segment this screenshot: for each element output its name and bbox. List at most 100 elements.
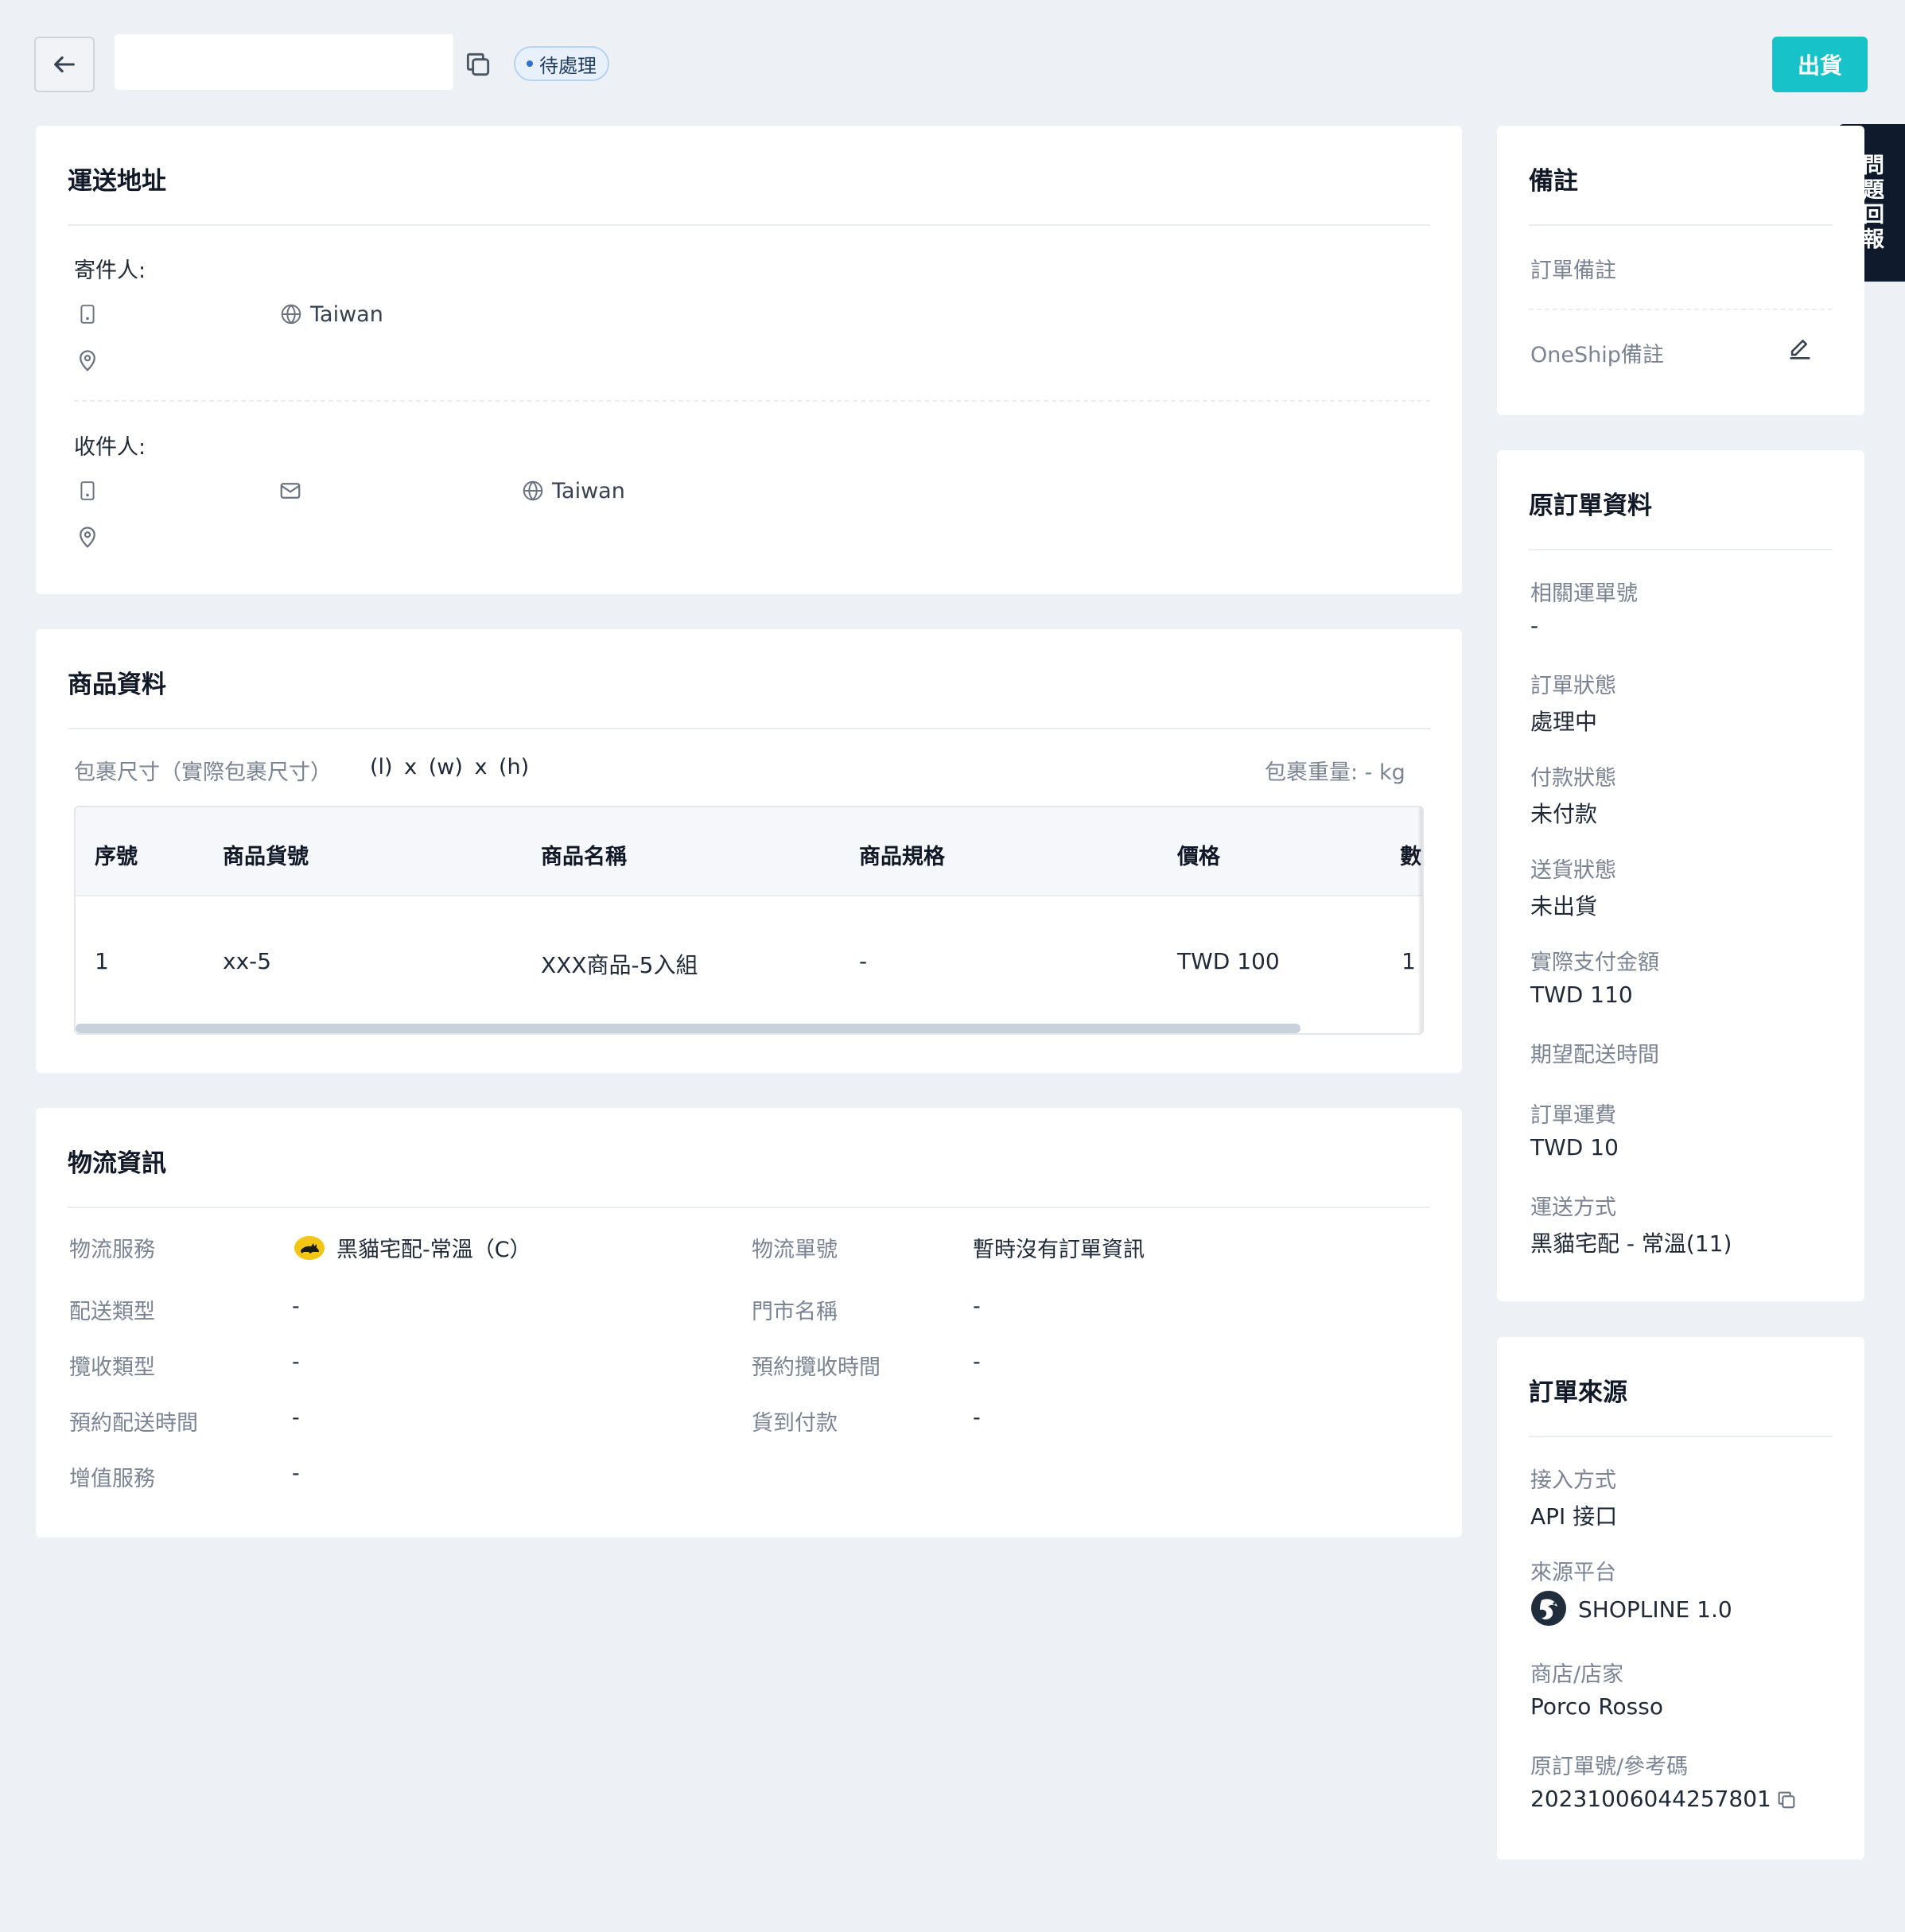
related-waybill-label: 相關運單號	[1530, 581, 1638, 606]
shipping-address-card: 運送地址 寄件人: Taiwan 收件人: Taiwan	[36, 126, 1462, 594]
cod-label: 貨到付款	[752, 1411, 838, 1436]
delivery-status-value: 未出貨	[1530, 893, 1598, 919]
shipping-method-label: 運送方式	[1530, 1195, 1616, 1220]
column-header: 商品貨號	[223, 845, 309, 869]
shipping-fee-label: 訂單運費	[1530, 1103, 1616, 1128]
status-badge: 待處理	[514, 46, 609, 81]
delivery-type-label: 配送類型	[69, 1300, 155, 1324]
access-method-value: API 接口	[1530, 1503, 1618, 1530]
source-platform-label: 來源平台	[1530, 1561, 1616, 1585]
package-size-value: (l) x (w) x (h)	[370, 755, 530, 779]
phone-icon	[80, 481, 95, 500]
card-title: 運送地址	[68, 167, 166, 196]
mail-icon	[280, 483, 301, 499]
black-cat-logo-icon	[294, 1236, 325, 1260]
store-name-label: 門市名稱	[752, 1300, 838, 1324]
paid-amount-label: 實際支付金額	[1530, 950, 1659, 975]
payment-status-label: 付款狀態	[1530, 766, 1616, 791]
dashed-divider	[74, 400, 1430, 402]
back-button[interactable]	[34, 37, 95, 92]
copy-icon[interactable]	[1775, 1789, 1798, 1811]
divider	[68, 728, 1430, 729]
order-status-value: 處理中	[1530, 709, 1598, 735]
source-platform-value: SHOPLINE 1.0	[1578, 1596, 1732, 1623]
paid-amount-value: TWD 110	[1530, 982, 1633, 1008]
column-header: 商品名稱	[541, 845, 627, 869]
reference-code-value: 20231006044257801	[1530, 1786, 1771, 1812]
table-cell: 1	[95, 948, 109, 974]
delivery-type-value: -	[292, 1294, 300, 1319]
shipping-method-value: 黑貓宅配 - 常溫(11)	[1530, 1230, 1732, 1257]
recipient-label: 收件人:	[74, 435, 146, 460]
order-status-label: 訂單狀態	[1530, 674, 1616, 698]
card-title: 物流資訊	[68, 1149, 166, 1178]
arrow-left-icon	[54, 56, 75, 73]
store-name-value: -	[973, 1294, 981, 1319]
table-cell: xx-5	[223, 948, 272, 974]
sender-label: 寄件人:	[74, 259, 146, 283]
card-title: 備註	[1529, 167, 1578, 196]
scheduled-pickup-value: -	[973, 1350, 981, 1374]
card-title: 訂單來源	[1529, 1378, 1627, 1407]
horizontal-scrollbar[interactable]	[76, 1024, 1300, 1033]
tracking-number-label: 物流單號	[752, 1238, 838, 1262]
order-note-label: 訂單備註	[1530, 259, 1616, 283]
edit-icon[interactable]	[1786, 336, 1814, 363]
table-cell: 1	[1402, 948, 1416, 974]
divider	[1529, 549, 1833, 550]
table-cell: -	[859, 948, 868, 974]
divider	[1529, 1436, 1833, 1437]
copy-icon[interactable]	[463, 49, 493, 80]
order-source-card: 訂單來源 接入方式 API 接口 來源平台 SHOPLINE 1.0 商店/店家…	[1497, 1337, 1864, 1860]
store-value: Porco Rosso	[1530, 1693, 1663, 1720]
store-label: 商店/店家	[1530, 1662, 1624, 1687]
cod-value: -	[973, 1405, 981, 1430]
package-size-label: 包裹尺寸（實際包裹尺寸）	[74, 760, 332, 785]
order-number-field[interactable]	[115, 34, 453, 90]
value-added-service-value: -	[292, 1461, 300, 1486]
location-pin-icon	[80, 527, 95, 548]
phone-icon	[80, 305, 95, 324]
scheduled-delivery-value: -	[292, 1405, 300, 1430]
column-header: 序號	[95, 845, 138, 869]
ship-button[interactable]: 出貨	[1772, 37, 1868, 92]
tracking-number-value: 暫時沒有訂單資訊	[973, 1238, 1145, 1262]
product-table: 序號 商品貨號 商品名稱 商品規格 價格 數 1 xx-5 XXX商品-5入組 …	[74, 806, 1424, 1035]
divider	[1529, 224, 1833, 226]
package-weight: 包裹重量: - kg	[1265, 760, 1405, 785]
related-waybill-value: -	[1530, 612, 1539, 639]
pickup-type-label: 攬收類型	[69, 1355, 155, 1380]
delivery-status-label: 送貨狀態	[1530, 858, 1616, 883]
original-order-card: 原訂單資料 相關運單號 - 訂單狀態 處理中 付款狀態 未付款 送貨狀態 未出貨…	[1497, 450, 1864, 1301]
notes-card: 備註 訂單備註 OneShip備註	[1497, 126, 1864, 415]
shopline-logo-icon	[1531, 1591, 1566, 1626]
column-header: 價格	[1177, 845, 1220, 869]
scheduled-delivery-label: 預約配送時間	[69, 1411, 198, 1436]
logistics-service-label: 物流服務	[69, 1238, 155, 1262]
logistics-service-value: 黑貓宅配-常溫（C）	[336, 1238, 531, 1262]
column-header: 商品規格	[859, 845, 945, 869]
card-title: 商品資料	[68, 671, 166, 699]
reference-code-label: 原訂單號/參考碼	[1530, 1755, 1689, 1779]
oneship-note-label: OneShip備註	[1530, 343, 1664, 367]
logistics-card: 物流資訊 物流服務 黑貓宅配-常溫（C） 配送類型 - 攬收類型 - 預約配送時…	[36, 1108, 1462, 1537]
divider	[68, 224, 1430, 226]
globe-icon	[281, 304, 301, 325]
table-cell: TWD 100	[1177, 948, 1280, 974]
card-title: 原訂單資料	[1529, 492, 1652, 520]
location-pin-icon	[80, 350, 95, 371]
sender-country: Taiwan	[310, 302, 383, 327]
status-dot	[527, 60, 533, 67]
table-cell: XXX商品-5入組	[541, 952, 698, 978]
dashed-divider	[1529, 309, 1833, 310]
shipping-fee-value: TWD 10	[1530, 1134, 1619, 1160]
pickup-type-value: -	[292, 1350, 300, 1374]
divider	[68, 1207, 1430, 1208]
recipient-country: Taiwan	[552, 479, 625, 503]
status-text: 待處理	[539, 54, 597, 77]
access-method-label: 接入方式	[1530, 1468, 1616, 1493]
expected-delivery-label: 期望配送時間	[1530, 1043, 1659, 1067]
payment-status-value: 未付款	[1530, 801, 1598, 827]
globe-icon	[523, 480, 543, 501]
value-added-service-label: 增值服務	[69, 1467, 155, 1491]
